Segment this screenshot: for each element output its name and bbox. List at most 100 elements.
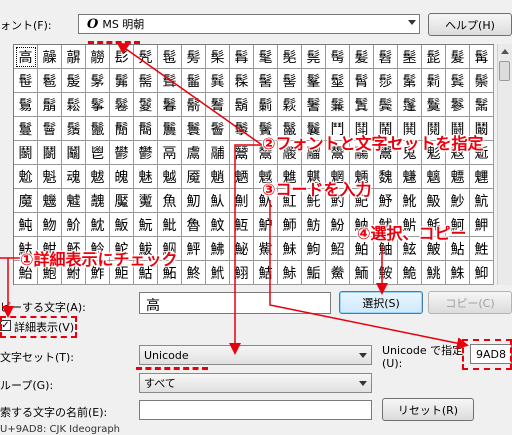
grid-cell[interactable]: 鬏 [278,93,302,117]
grid-cell[interactable]: 鬖 [446,93,470,117]
reset-button[interactable]: リセット(R) [382,398,474,421]
grid-cell[interactable]: 鮃 [182,237,206,261]
grid-cell[interactable]: 鬱 [134,141,158,165]
grid-cell[interactable]: 鮚 [254,261,278,285]
grid-cell[interactable]: 髸 [206,69,230,93]
grid-cell[interactable]: 鮈 [302,237,326,261]
scroll-up-icon[interactable] [497,44,512,59]
grid-cell[interactable]: 鬭 [38,141,62,165]
grid-cell[interactable]: 鬳 [182,141,206,165]
grid-cell[interactable]: 髿 [374,69,398,93]
grid-cell[interactable]: 髢 [158,45,182,69]
grid-cell[interactable]: 鬉 [134,93,158,117]
grid-cell[interactable]: 鬇 [86,93,110,117]
grid-cell[interactable]: 髾 [350,69,374,93]
grid-cell[interactable]: 鮡 [422,261,446,285]
grid-cell[interactable]: 鬋 [182,93,206,117]
grid-cell[interactable]: 魕 [38,189,62,213]
grid-cell[interactable]: 鬴 [206,141,230,165]
grid-cell[interactable]: 髧 [278,45,302,69]
grid-cell[interactable]: 鮄 [206,237,230,261]
grid-cell[interactable]: 魑 [422,165,446,189]
grid-cell[interactable]: 魛 [182,189,206,213]
grid-cell[interactable]: 魻 [470,213,494,237]
grid-cell[interactable]: 髬 [398,45,422,69]
grid-cell[interactable]: 魘 [110,189,134,213]
grid-cell[interactable]: 鬑 [326,93,350,117]
grid-cell[interactable]: 鬗 [470,93,494,117]
grid-cell[interactable]: 鬜 [110,117,134,141]
grid-cell[interactable]: 魬 [110,213,134,237]
grid-cell[interactable]: 鮣 [470,261,494,285]
grid-cell[interactable]: 魝 [230,189,254,213]
grid-cell[interactable]: 魵 [326,213,350,237]
grid-cell[interactable]: 鮛 [278,261,302,285]
grid-cell[interactable]: 魀 [14,165,38,189]
grid-cell[interactable]: 鬃 [470,69,494,93]
grid-cell[interactable]: 髶 [158,69,182,93]
grid-cell[interactable]: 鬍 [230,93,254,117]
grid-cell[interactable]: 魮 [158,213,182,237]
grid-cell[interactable]: 魂 [62,165,86,189]
grid-cell[interactable]: 髻 [278,69,302,93]
grid-cell[interactable]: 髪 [350,45,374,69]
grid-cell[interactable]: 髰 [14,69,38,93]
grid-cell[interactable]: 鬒 [350,93,374,117]
grid-cell[interactable]: 魁 [38,165,62,189]
grid-cell[interactable]: 鮞 [350,261,374,285]
grid-cell[interactable]: 鬰 [110,141,134,165]
grid-cell[interactable]: 髜 [62,45,86,69]
grid-cell[interactable]: 髨 [302,45,326,69]
grid-cell[interactable]: 鬔 [398,93,422,117]
grid-cell[interactable]: 鬅 [38,93,62,117]
grid-cell[interactable]: 鬎 [254,93,278,117]
grid-cell[interactable]: 髞 [38,45,62,69]
select-button[interactable]: 選択(S) [339,291,423,314]
grid-cell[interactable]: 鮠 [398,261,422,285]
grid-cell[interactable]: 髝 [86,45,110,69]
grid-cell[interactable]: 鮅 [230,237,254,261]
grid-cell[interactable]: 鬯 [86,141,110,165]
grid-cell[interactable]: 鬵 [230,141,254,165]
grid-cell[interactable]: 鬛 [86,117,110,141]
grid-cell[interactable]: 鮘 [206,261,230,285]
grid-cell[interactable]: 鬘 [14,117,38,141]
grid-cell[interactable]: 魇 [182,165,206,189]
grid-cell[interactable]: 鮙 [230,261,254,285]
grid-cell[interactable]: 髹 [230,69,254,93]
grid-cell[interactable]: 魨 [14,213,38,237]
grid-cell[interactable]: 鮟 [374,261,398,285]
grid-cell[interactable]: 魤 [398,189,422,213]
grid-cell[interactable]: 魐 [398,165,422,189]
grid-cell[interactable]: 鬐 [302,93,326,117]
grid-cell[interactable]: 髼 [302,69,326,93]
grid-cell[interactable]: 鮜 [302,261,326,285]
grid-cell[interactable]: 魆 [158,165,182,189]
grid-cell[interactable]: 魥 [422,189,446,213]
grid-cell[interactable]: 髫 [374,45,398,69]
grid-cell[interactable]: 鮢 [446,261,470,285]
grid-cell[interactable]: 魃 [86,165,110,189]
grid-cell[interactable]: 鬠 [206,117,230,141]
grid-cell[interactable]: 魯 [182,213,206,237]
grid-cell[interactable]: 髟 [110,45,134,69]
grid-cell[interactable]: 魧 [470,189,494,213]
grid-cell[interactable]: 魗 [86,189,110,213]
grid-cell[interactable]: 魅 [134,165,158,189]
grid-cell[interactable]: 髽 [326,69,350,93]
grid-cell[interactable]: 鬊 [158,93,182,117]
grid-cell[interactable]: 魓 [470,165,494,189]
grid-cell[interactable]: 魜 [206,189,230,213]
grid-cell[interactable]: 魱 [230,213,254,237]
grid-cell[interactable]: 鮇 [278,237,302,261]
grid-cell[interactable]: 鬂 [446,69,470,93]
copy-chars-input[interactable]: 高 [139,292,331,314]
charset-dropdown[interactable]: Unicode [139,345,372,365]
grid-cell[interactable]: 魩 [38,213,62,237]
grid-cell[interactable]: 鮗 [182,261,206,285]
grid-cell[interactable]: 髺 [254,69,278,93]
grid-cell[interactable]: 髣 [182,45,206,69]
grid-cell[interactable]: 髥 [230,45,254,69]
grid-cell[interactable]: 魰 [206,213,230,237]
grid-cell[interactable]: 鮉 [326,237,350,261]
